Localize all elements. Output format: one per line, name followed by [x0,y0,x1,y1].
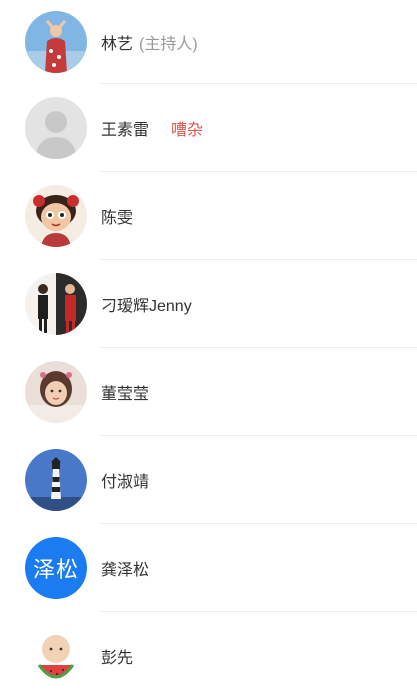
list-item[interactable]: 彭先 [0,612,417,700]
avatar[interactable] [25,185,87,247]
avatar-two-women-photo-icon [25,273,87,335]
avatar-child-photo-icon [25,361,87,423]
avatar-default-placeholder-icon [25,97,87,159]
noise-badge: 嘈杂 [171,122,204,139]
member-name: 王素雷 嘈杂 [101,122,204,139]
member-name: 彭先 [101,650,134,667]
avatar[interactable] [25,625,87,687]
list-item[interactable]: 王素雷 嘈杂 [0,84,417,172]
avatar-text-label: 泽松 [32,557,79,582]
avatar[interactable]: 泽松 [25,537,87,599]
member-name: 付淑靖 [101,474,150,491]
avatar[interactable] [25,449,87,511]
avatar[interactable] [25,361,87,423]
list-item[interactable]: 刁瑷辉Jenny [0,260,417,348]
avatar-lighthouse-photo-icon [25,449,87,511]
avatar[interactable] [25,11,87,73]
avatar[interactable] [25,273,87,335]
member-role: (主持人) [139,36,198,53]
avatar-girl-sky-photo-icon [25,11,87,73]
avatar[interactable] [25,97,87,159]
list-item[interactable]: 泽松 龚泽松 [0,524,417,612]
member-list: 林艺 (主持人) 王素雷 嘈杂 陈雯 刁瑷辉Jenny 董莹莹 付淑靖 泽松 龚… [0,0,417,692]
list-item[interactable]: 陈雯 [0,172,417,260]
member-name: 刁瑷辉Jenny [101,298,192,315]
list-item[interactable]: 林艺 (主持人) [0,0,417,84]
avatar-baby-watermelon-photo-icon [25,625,87,687]
list-item[interactable]: 付淑靖 [0,436,417,524]
member-name: 林艺 (主持人) [101,36,198,53]
list-item[interactable]: 董莹莹 [0,348,417,436]
member-name: 陈雯 [101,210,134,227]
avatar-cartoon-girl-icon [25,185,87,247]
member-name: 龚泽松 [101,562,150,579]
member-name: 董莹莹 [101,386,150,403]
